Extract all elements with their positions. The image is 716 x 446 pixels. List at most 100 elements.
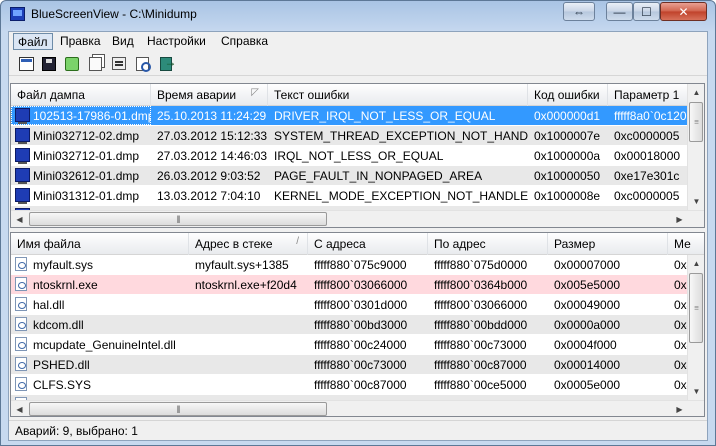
dump-row[interactable]: Mini031312-01.dmp 13.03.2012 7:04:10 KERNE…: [11, 186, 698, 205]
scroll-left-icon[interactable]: ◀: [11, 401, 28, 416]
cell-text: 0xe17e301c: [614, 169, 680, 183]
dump-list-horizontal-scrollbar[interactable]: ◀ ||| ▶: [11, 210, 704, 227]
cell: ntoskrnl.exe+f20d4: [189, 275, 308, 294]
cell-text: ntoskrnl.exe: [33, 278, 98, 292]
column-header-label: Файл дампа: [17, 88, 85, 102]
cell: [189, 315, 308, 334]
dump-row[interactable]: Mini032712-01.dmp 27.03.2012 14:46:03 IRQL…: [11, 146, 698, 165]
scroll-thumb[interactable]: |||: [29, 402, 327, 416]
save-icon[interactable]: [40, 55, 57, 72]
properties-icon[interactable]: [110, 55, 127, 72]
minimize-button[interactable]: —: [606, 2, 633, 21]
cell-text: 0x005e5000: [554, 278, 621, 292]
menu-file[interactable]: Файл: [13, 33, 53, 50]
cell-text: 0x0000a000: [554, 318, 621, 332]
scroll-thumb[interactable]: ≡: [689, 273, 703, 343]
find-icon[interactable]: [134, 55, 151, 72]
scroll-down-icon[interactable]: ▼: [688, 193, 704, 210]
column-header-4[interactable]: Размер: [548, 233, 668, 255]
dump-row[interactable]: Mini032712-02.dmp 27.03.2012 15:12:33 SYST…: [11, 126, 698, 145]
exit-icon[interactable]: [157, 55, 177, 72]
column-header-3[interactable]: Код ошибки: [528, 84, 608, 106]
cell-text: fffff800`0364b000: [434, 278, 528, 292]
grip-icon: |||: [176, 214, 180, 224]
scroll-right-icon[interactable]: ▶: [671, 401, 688, 416]
driver-list-vertical-scrollbar[interactable]: ▲ ≡ ▼: [687, 255, 704, 400]
refresh-icon[interactable]: [63, 55, 80, 72]
scroll-up-icon[interactable]: ▲: [688, 255, 704, 272]
cell: IRQL_NOT_LESS_OR_EQUAL: [268, 146, 528, 165]
column-header-3[interactable]: По адрес: [428, 233, 548, 255]
close-button[interactable]: ✕: [660, 2, 707, 21]
dump-list-vertical-scrollbar[interactable]: ▲ ≡ ▼: [687, 84, 704, 210]
scroll-thumb[interactable]: ≡: [689, 102, 703, 142]
scroll-right-icon[interactable]: ▶: [671, 211, 688, 227]
properties-window-icon[interactable]: [18, 55, 35, 72]
grip-icon: ≡: [694, 303, 699, 313]
cell: myfault.sys+1385: [189, 255, 308, 274]
menu-view[interactable]: Вид: [108, 33, 138, 50]
cell-text: 0x0004f000: [554, 338, 617, 352]
cell-text: 0x1000008e: [534, 189, 601, 203]
column-header-1[interactable]: Время аварии ◸: [151, 84, 268, 106]
scroll-down-icon[interactable]: ▼: [688, 383, 704, 400]
scroll-left-icon[interactable]: ◀: [11, 211, 28, 227]
cell-text: fffff880`00ce5000: [434, 378, 527, 392]
column-header-2[interactable]: С адреса: [308, 233, 428, 255]
column-header-4[interactable]: Параметр 1: [608, 84, 698, 106]
cell: 0x00049000: [548, 295, 668, 314]
window-title: BlueScreenView - C:\Minidump: [31, 7, 197, 21]
cell-text: 25.10.2013 11:24:29: [157, 109, 267, 123]
driver-row[interactable]: kdcom.dll fffff880`00bd3000 fffff880`00bdd…: [11, 315, 704, 334]
dump-row[interactable]: Mini032612-01.dmp 26.03.2012 9:03:52 PAGE_…: [11, 166, 698, 185]
cell: 0x1000008e: [528, 186, 608, 205]
menu-help[interactable]: Справка: [217, 33, 272, 50]
cell: 0xc0000005: [608, 126, 698, 145]
driver-list[interactable]: Имя файла Адрес в стеке / С адреса По адрес Р…: [10, 232, 705, 417]
driver-row[interactable]: PSHED.dll fffff880`00c73000 fffff880`00c87…: [11, 355, 704, 374]
column-header-0[interactable]: Имя файла: [11, 233, 189, 255]
column-header-2[interactable]: Текст ошибки: [268, 84, 528, 106]
scroll-up-icon[interactable]: ▲: [688, 84, 704, 101]
column-header-5[interactable]: Ме: [668, 233, 704, 255]
column-header-label: Размер: [554, 237, 596, 251]
menu-settings[interactable]: Настройки: [143, 33, 210, 50]
driver-row[interactable]: ntoskrnl.exe ntoskrnl.exe+f20d4 fffff800`0…: [11, 275, 704, 294]
column-header-label: Адрес в стеке: [195, 237, 273, 251]
maximize-button[interactable]: ☐: [633, 2, 660, 21]
column-header-1[interactable]: Адрес в стеке /: [189, 233, 308, 255]
column-header-label: Имя файла: [17, 237, 81, 251]
menu-edit[interactable]: Правка: [56, 33, 105, 50]
cell-text: IRQL_NOT_LESS_OR_EQUAL: [274, 149, 444, 163]
sort-arrow-icon: /: [296, 236, 299, 247]
app-icon[interactable]: [10, 7, 25, 21]
driver-row[interactable]: hal.dll fffff800`0301d000 fffff800`0306600…: [11, 295, 704, 314]
cell-text: 102513-17986-01.dmp: [33, 109, 151, 123]
cell: [189, 375, 308, 394]
scroll-thumb[interactable]: |||: [29, 212, 327, 226]
cell: 0x00014000: [548, 355, 668, 374]
dump-file-cell: 102513-17986-01.dmp: [11, 106, 151, 125]
driver-list-horizontal-scrollbar[interactable]: ◀ ||| ▶: [11, 400, 704, 416]
cell-text: 0x00049000: [554, 298, 621, 312]
driver-file-icon: [15, 337, 27, 351]
copy-icon[interactable]: [87, 55, 104, 72]
dump-file-icon: [15, 128, 30, 144]
driver-row[interactable]: CLFS.SYS fffff880`00c87000 fffff880`00ce50…: [11, 375, 704, 394]
cell-text: 0x10000050: [534, 169, 601, 183]
driver-row[interactable]: myfault.sys myfault.sys+1385 fffff880`075c…: [11, 255, 704, 274]
column-header-label: Параметр 1: [614, 88, 680, 102]
dump-file-icon: [15, 168, 30, 184]
client-area: Файл Правка Вид Настройки Справка Файл д…: [8, 31, 708, 441]
cell: 25.10.2013 11:24:29: [151, 106, 268, 125]
dump-row[interactable]: 102513-17986-01.dmp 25.10.2013 11:24:29 DR…: [11, 106, 698, 125]
cell: fffff880`00c87000: [308, 375, 428, 394]
restore-size-button[interactable]: ⇔: [563, 2, 595, 21]
status-bar: Аварий: 9, выбрано: 1: [9, 420, 707, 440]
title-bar[interactable]: BlueScreenView - C:\Minidump ⇔ — ☐ ✕: [1, 1, 715, 29]
crash-dump-list[interactable]: Файл дампа Время аварии ◸ Текст ошибки Код о…: [10, 83, 705, 228]
cell: fffff880`00c87000: [428, 355, 548, 374]
driver-row[interactable]: mcupdate_GenuineIntel.dll fffff880`00c240…: [11, 335, 704, 354]
column-header-0[interactable]: Файл дампа: [11, 84, 151, 106]
cell-text: fffff880`00c24000: [314, 338, 407, 352]
